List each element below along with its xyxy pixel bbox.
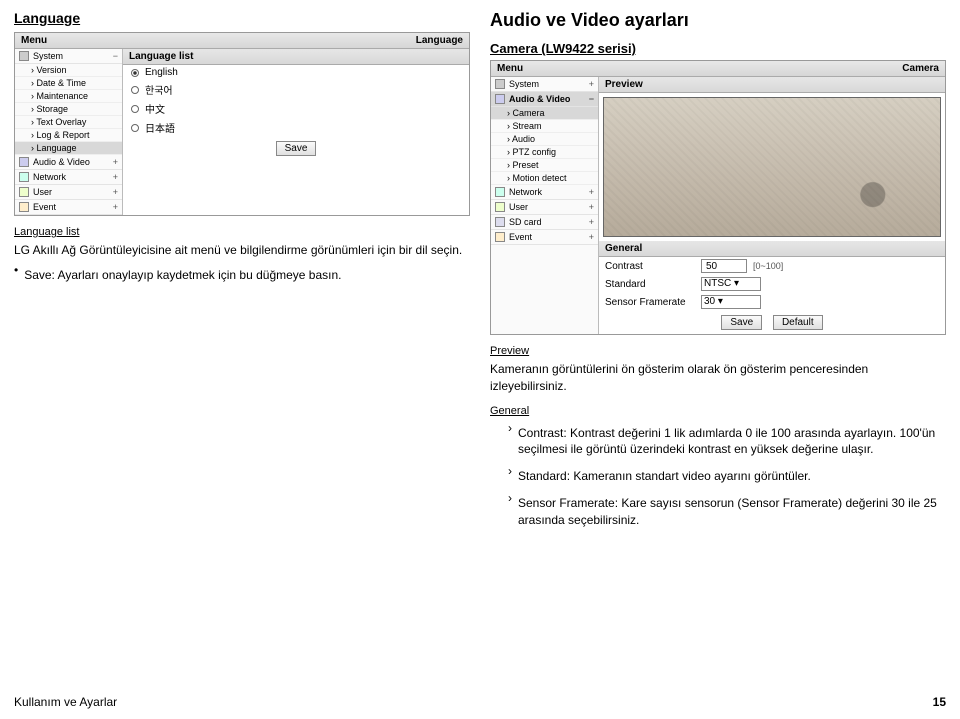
side-network[interactable]: Network xyxy=(509,187,542,197)
side-sub[interactable]: › Log & Report xyxy=(15,129,122,142)
user-icon xyxy=(19,187,29,197)
network-icon xyxy=(495,187,505,197)
side-network[interactable]: Network xyxy=(33,172,66,182)
event-icon xyxy=(19,202,29,212)
preview-head: Preview xyxy=(599,77,945,93)
contrast-input[interactable] xyxy=(701,259,747,273)
side-sub[interactable]: › Maintenance xyxy=(15,90,122,103)
side-sub[interactable]: › Motion detect xyxy=(491,172,598,185)
side-sd[interactable]: SD card xyxy=(509,217,542,227)
language-screenshot: Menu Language System − › Version › Date &… xyxy=(14,32,470,216)
contrast-hint: [0~100] xyxy=(753,261,783,271)
menu-label: Menu xyxy=(497,63,523,74)
expand-icon[interactable]: + xyxy=(113,172,118,182)
side-sub[interactable]: › Storage xyxy=(15,103,122,116)
side-user[interactable]: User xyxy=(509,202,528,212)
radio-icon[interactable] xyxy=(131,69,139,77)
expand-icon[interactable]: + xyxy=(113,187,118,197)
sd-icon xyxy=(495,217,505,227)
camera-preview-image xyxy=(603,97,941,237)
system-icon xyxy=(19,51,29,61)
fps-select[interactable]: 30 ▾ xyxy=(701,295,761,309)
expand-icon[interactable]: + xyxy=(589,232,594,242)
collapse-icon[interactable]: − xyxy=(589,94,594,104)
save-button[interactable]: Save xyxy=(276,141,317,156)
right-title: Audio ve Video ayarları xyxy=(490,10,946,31)
side-sub[interactable]: › Text Overlay xyxy=(15,116,122,129)
side-sub[interactable]: › PTZ config xyxy=(491,146,598,159)
language-list-label: Language list xyxy=(14,226,470,238)
side-audio[interactable]: Audio & Video xyxy=(33,157,90,167)
radio-icon[interactable] xyxy=(131,124,139,132)
expand-icon[interactable]: + xyxy=(589,202,594,212)
expand-icon[interactable]: + xyxy=(589,187,594,197)
left-title: Language xyxy=(14,10,470,26)
lang-option[interactable]: 中文 xyxy=(123,99,469,118)
expand-icon[interactable]: + xyxy=(589,79,594,89)
menu-label: Menu xyxy=(21,35,47,46)
standard-label: Standard xyxy=(605,279,695,290)
general-item: Contrast: Kontrast değerini 1 lik adımla… xyxy=(518,425,946,459)
side-user[interactable]: User xyxy=(33,187,52,197)
side-sub[interactable]: › Audio xyxy=(491,133,598,146)
audio-icon xyxy=(495,94,505,104)
standard-select[interactable]: NTSC ▾ xyxy=(701,277,761,291)
audio-icon xyxy=(19,157,29,167)
language-list-head: Language list xyxy=(123,49,469,65)
page-footer: Kullanım ve Ayarlar 15 xyxy=(14,695,946,709)
side-system[interactable]: System xyxy=(33,51,63,61)
menu-right: Camera xyxy=(902,63,939,74)
expand-icon[interactable]: + xyxy=(113,157,118,167)
expand-icon[interactable]: + xyxy=(113,202,118,212)
side-sub-camera[interactable]: › Camera xyxy=(491,107,598,120)
camera-screenshot: Menu Camera System + Audio & Video − › Cam… xyxy=(490,60,946,335)
save-button[interactable]: Save xyxy=(721,315,762,330)
general-label: General xyxy=(490,405,946,417)
lang-option[interactable]: 한국어 xyxy=(123,80,469,99)
bullet-icon: • xyxy=(14,263,18,277)
preview-text: Kameranın görüntülerini ön gösterim olar… xyxy=(490,361,946,395)
general-item: Sensor Framerate: Kare sayısı sensorun (… xyxy=(518,495,946,529)
expand-icon[interactable]: + xyxy=(589,217,594,227)
general-head: General xyxy=(599,241,945,257)
side-sub-language[interactable]: › Language xyxy=(15,142,122,155)
side-audio[interactable]: Audio & Video xyxy=(509,94,570,104)
chevron-right-icon: › xyxy=(508,421,512,435)
side-event[interactable]: Event xyxy=(509,232,532,242)
side-system[interactable]: System xyxy=(509,79,539,89)
radio-icon[interactable] xyxy=(131,86,139,94)
preview-label: Preview xyxy=(490,345,946,357)
general-item: Standard: Kameranın standart video ayarı… xyxy=(518,468,811,485)
fps-label: Sensor Framerate xyxy=(605,297,695,308)
left-bullet1: Save: Ayarları onaylayıp kaydetmek için … xyxy=(24,267,341,284)
side-sub[interactable]: › Version xyxy=(15,64,122,77)
footer-page-number: 15 xyxy=(933,695,946,709)
camera-label: Camera (LW9422 serisi) xyxy=(490,41,946,56)
user-icon xyxy=(495,202,505,212)
side-sub[interactable]: › Stream xyxy=(491,120,598,133)
network-icon xyxy=(19,172,29,182)
side-event[interactable]: Event xyxy=(33,202,56,212)
radio-icon[interactable] xyxy=(131,105,139,113)
chevron-right-icon: › xyxy=(508,491,512,505)
collapse-icon[interactable]: − xyxy=(113,51,118,61)
lang-option[interactable]: English xyxy=(123,65,469,80)
contrast-label: Contrast xyxy=(605,261,695,272)
lang-option[interactable]: 日本語 xyxy=(123,118,469,137)
side-sub[interactable]: › Date & Time xyxy=(15,77,122,90)
side-sub[interactable]: › Preset xyxy=(491,159,598,172)
footer-section: Kullanım ve Ayarlar xyxy=(14,695,117,709)
system-icon xyxy=(495,79,505,89)
event-icon xyxy=(495,232,505,242)
chevron-right-icon: › xyxy=(508,464,512,478)
left-para1: LG Akıllı Ağ Görüntüleyicisine ait menü … xyxy=(14,242,470,259)
menu-right: Language xyxy=(416,35,463,46)
default-button[interactable]: Default xyxy=(773,315,823,330)
